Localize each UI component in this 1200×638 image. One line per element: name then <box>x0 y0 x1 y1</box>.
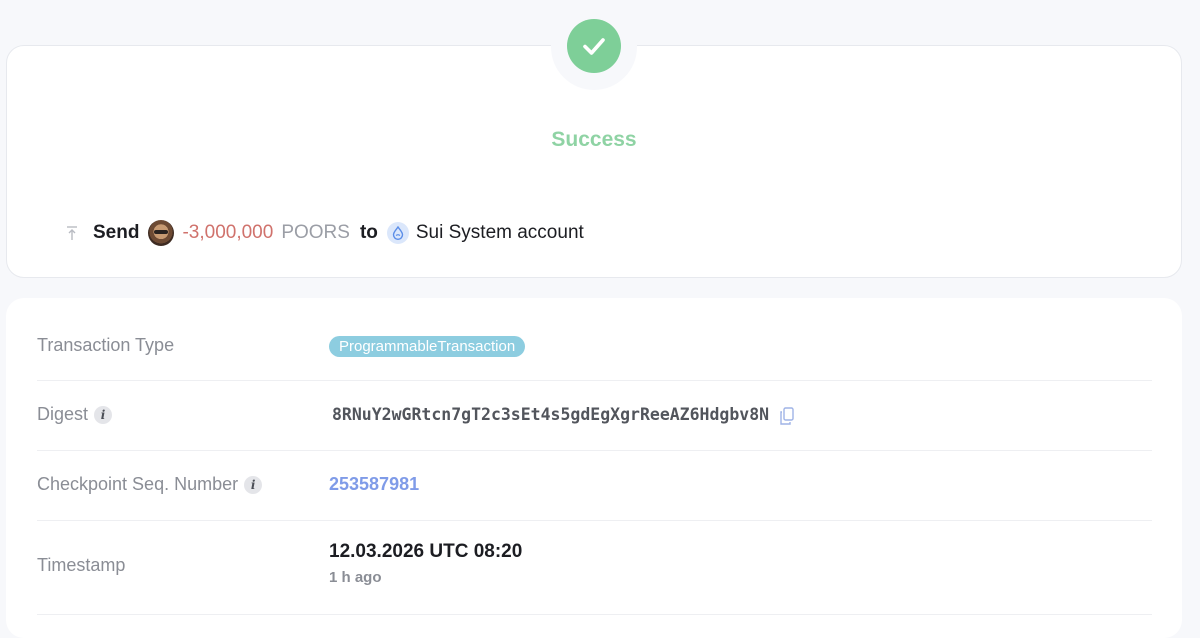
digest-value: 8RNuY2wGRtcn7gT2c3sEt4s5gdEgXgrReeAZ6Hdg… <box>332 405 770 424</box>
timestamp-relative: 1 h ago <box>329 569 382 586</box>
detail-row-transaction-type: Transaction Type ProgrammableTransaction <box>37 310 1152 381</box>
sui-logo-icon <box>386 222 409 244</box>
timestamp-label-text: Timestamp <box>37 555 126 575</box>
transaction-type-label-text: Transaction Type <box>37 335 175 355</box>
transaction-type-label: Transaction Type <box>37 335 174 356</box>
transaction-type-badge: ProgrammableTransaction <box>329 336 526 357</box>
detail-row-digest: Digest i 8RNuY2wGRtcn7gT2c3sEt4s5gdEgXgr… <box>37 381 1152 451</box>
timestamp-label: Timestamp <box>37 555 125 576</box>
detail-row-timestamp: Timestamp 12.03.2026 UTC 08:20 1 h ago <box>37 521 1152 615</box>
status-label: Success <box>551 128 637 151</box>
checkpoint-label: Checkpoint Seq. Number i <box>37 474 263 495</box>
timestamp-value: 12.03.2026 UTC 08:20 <box>329 541 523 562</box>
checkmark-icon <box>583 38 605 55</box>
copy-icon[interactable] <box>779 407 795 425</box>
transaction-details-card: Transaction Type ProgrammableTransaction… <box>6 298 1182 638</box>
token-avatar <box>148 220 175 246</box>
detail-row-checkpoint: Checkpoint Seq. Number i 253587981 <box>37 451 1152 521</box>
success-status-indicator <box>567 19 621 73</box>
info-icon[interactable]: i <box>244 475 263 494</box>
info-icon[interactable]: i <box>94 405 113 424</box>
timestamp-value-container: 12.03.2026 UTC 08:20 1 h ago <box>329 541 522 586</box>
transfer-amount: -3,000,000 <box>182 222 274 243</box>
checkpoint-label-text: Checkpoint Seq. Number <box>37 474 239 494</box>
token-symbol[interactable]: POORS <box>281 222 350 244</box>
transaction-action-summary: Send -3,000,000 POORS to Sui System acco… <box>64 218 584 248</box>
digest-label: Digest i <box>37 404 113 425</box>
digest-label-text: Digest <box>37 404 89 424</box>
action-preposition: to <box>359 222 378 243</box>
digest-value-container: 8RNuY2wGRtcn7gT2c3sEt4s5gdEgXgrReeAZ6Hdg… <box>332 405 795 425</box>
recipient-link[interactable]: Sui System account <box>416 222 584 244</box>
action-verb: Send <box>93 222 140 243</box>
checkpoint-link[interactable]: 253587981 <box>329 474 419 494</box>
send-icon <box>67 226 77 240</box>
